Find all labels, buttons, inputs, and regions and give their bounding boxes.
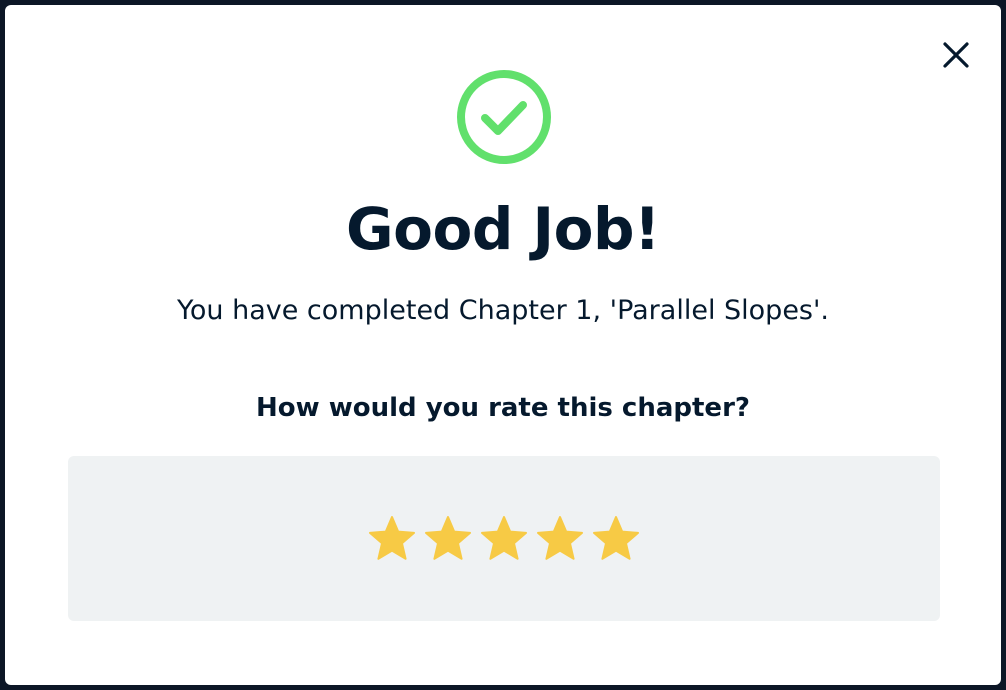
completion-modal: Good Job! You have completed Chapter 1, …	[5, 5, 1001, 685]
star-icon-4[interactable]	[535, 514, 585, 564]
rating-panel	[68, 456, 940, 621]
star-icon-2[interactable]	[423, 514, 473, 564]
modal-title: Good Job!	[346, 195, 660, 263]
star-rating	[367, 514, 641, 564]
check-circle-icon	[457, 70, 551, 164]
star-icon-5[interactable]	[591, 514, 641, 564]
completion-message: You have completed Chapter 1, 'Parallel …	[176, 295, 830, 326]
close-icon	[943, 42, 969, 68]
close-button[interactable]	[939, 38, 973, 72]
star-icon-1[interactable]	[367, 514, 417, 564]
star-icon-3[interactable]	[479, 514, 529, 564]
rating-question: How would you rate this chapter?	[256, 393, 750, 423]
